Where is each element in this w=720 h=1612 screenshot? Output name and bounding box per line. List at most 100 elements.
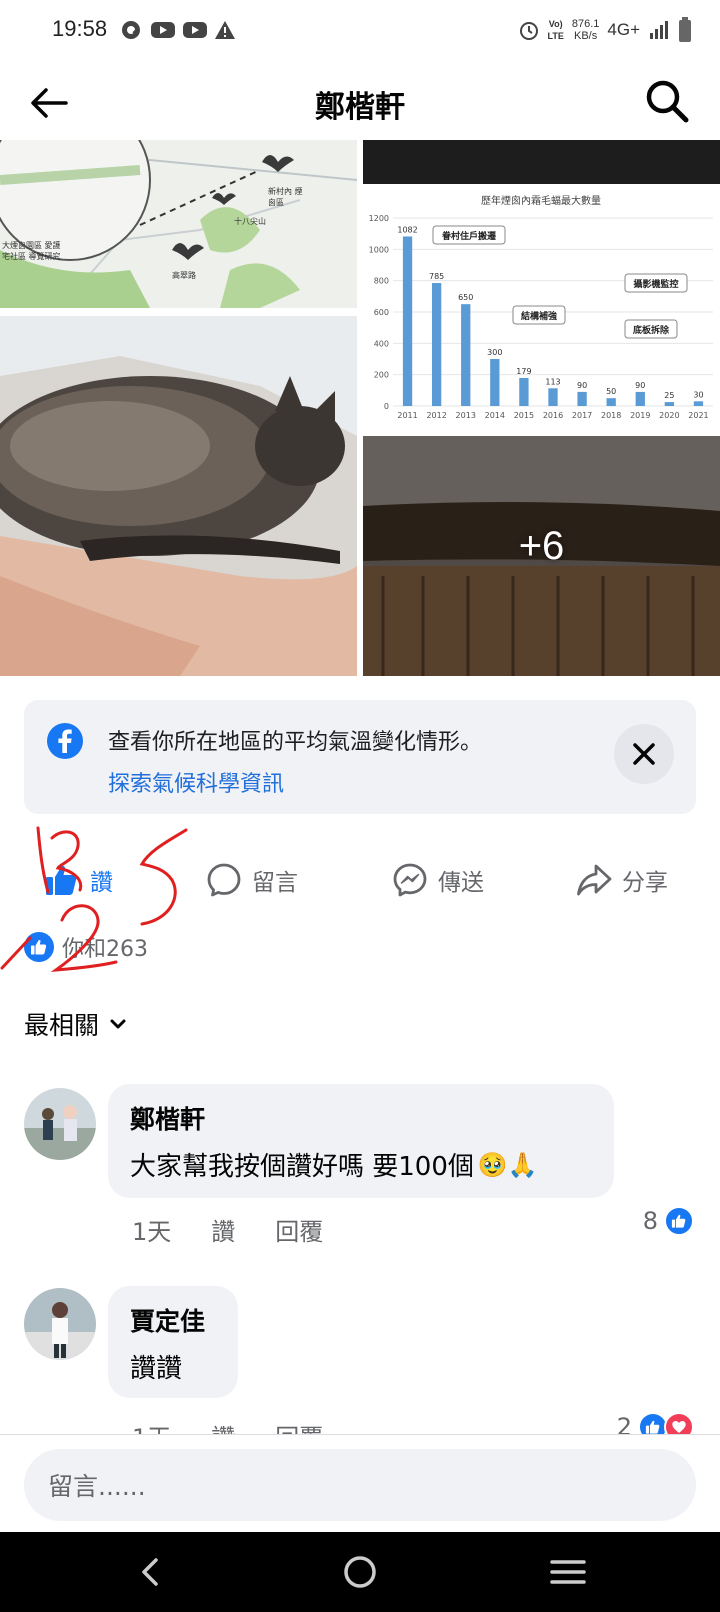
bar-value-label: 785 [429,272,444,281]
bar-value-label: 113 [545,377,560,386]
avatar[interactable] [24,1288,96,1360]
y-tick-label: 400 [374,339,389,348]
chart-bar [606,398,616,406]
x-tick-label: 2015 [514,411,534,420]
comment-input[interactable]: 留言...... [24,1449,696,1521]
comment-label: 留言 [252,870,298,896]
x-tick-label: 2014 [485,411,505,420]
chart-bar [402,236,413,406]
search-icon[interactable] [642,76,692,126]
nav-menu-icon[interactable] [546,1550,590,1594]
comment-author[interactable]: 賈定佳 [130,1302,216,1338]
bar-value-label: 30 [693,390,703,399]
comment-bubble[interactable]: 鄭楷軒 大家幫我按個讚好嗎 要100個 🥹🙏 [108,1084,614,1198]
map-photo[interactable]: 新村內 煙囪區 十八尖山 高翠路 大煙囪園區 愛護宅社區 導覽研究 [0,140,357,308]
climate-info-link[interactable]: 探索氣候科學資訊 [108,766,284,798]
annotation-label: 底板拆除 [633,324,670,336]
net-speed: 876.1 KB/s [571,18,600,42]
bar-value-label: 179 [516,367,531,376]
x-tick-label: 2011 [397,411,417,420]
x-tick-label: 2013 [456,411,476,420]
like-label: 讚 [90,870,113,896]
close-button[interactable] [614,724,674,784]
comment-text: 讚讚 [130,1354,183,1384]
close-icon [633,743,655,765]
bar-value-label: 90 [577,381,587,390]
reaction-summary[interactable]: 你和263 [24,930,148,964]
comment-bubble[interactable]: 賈定佳 讚讚 [108,1286,238,1398]
nav-home-icon[interactable] [338,1550,382,1594]
y-tick-label: 600 [374,308,389,317]
map-label: 新村內 煙囪區 [268,187,303,207]
chart-bar [635,391,645,406]
y-tick-label: 1000 [369,245,389,254]
y-tick-label: 0 [384,402,389,411]
send-label: 傳送 [438,870,484,896]
avatar[interactable] [24,1088,96,1160]
send-button[interactable]: 傳送 [392,858,484,902]
bar-value-label: 650 [458,293,473,302]
bar-value-label: 1082 [397,225,417,234]
sort-label: 最相關 [24,1011,100,1040]
comment-reply-button[interactable]: 回覆 [275,1212,323,1247]
status-time: 19:58 [52,16,108,41]
cave-photo[interactable]: +6 [363,436,720,676]
comment-meta: 1天 讚 回覆 [132,1212,323,1247]
more-photos-count: +6 [518,524,565,568]
bat-photo[interactable] [0,316,357,676]
like-reaction-icon [24,932,54,962]
climate-info-text: 查看你所在地區的平均氣溫變化情形。 [108,730,483,755]
comment-like-button[interactable]: 讚 [211,1212,235,1247]
signal-icon [650,21,668,39]
chart-bar [693,401,704,406]
status-bar: 19:58 Vo) LTE 876.1 KB/s 4G+ [0,0,720,60]
comment-text: 大家幫我按個讚好嗎 要100個 🥹🙏 [130,1150,538,1183]
facebook-icon [47,723,83,759]
chart-title: 歷年煙囪內霜毛蝠最大數量 [481,194,601,207]
bar-value-label: 25 [664,391,674,400]
chart-bar [548,388,558,406]
warning-icon [215,21,235,39]
youtube-icon [151,22,175,38]
nav-back-icon[interactable] [130,1550,174,1594]
header: 鄭楷軒 [0,62,720,140]
comment-reaction-count[interactable]: 8 [643,1206,694,1236]
like-reaction-icon [664,1206,694,1236]
y-tick-label: 200 [374,371,389,380]
comment-sort-dropdown[interactable]: 最相關 [24,1006,127,1042]
comment-time: 1天 [132,1218,172,1246]
chart-photo[interactable]: 歷年煙囪內霜毛蝠最大數量 0 200 400 600 800 1000 1200 1082 20… [363,140,720,432]
map-label: 十八尖山 [234,217,266,226]
share-icon [577,864,612,896]
chart-bar [461,304,471,406]
chart-bar [519,377,529,406]
bar-value-label: 50 [606,387,616,396]
volte-icon: Vo) LTE [547,19,564,41]
share-button[interactable]: 分享 [576,858,668,902]
climate-info-card: 查看你所在地區的平均氣溫變化情形。 探索氣候科學資訊 [24,700,696,814]
x-tick-label: 2021 [688,411,708,420]
system-nav-bar [0,1532,720,1612]
map-label: 大煙囪園區 愛護宅社區 導覽研究 [2,241,61,261]
post-actions: 讚 留言 傳送 分享 [0,850,720,910]
chart-bar [431,283,442,406]
x-tick-label: 2012 [426,411,446,420]
like-button[interactable]: 讚 [44,858,113,902]
bar-value-label: 90 [635,381,645,390]
annotation-label: 眷村住戶搬遷 [441,230,496,242]
photo-grid: 新村內 煙囪區 十八尖山 高翠路 大煙囪園區 愛護宅社區 導覽研究 歷年煙囪內霜… [0,140,720,676]
x-tick-label: 2016 [543,411,563,420]
map-label: 高翠路 [172,271,196,280]
thumbs-up-icon [46,865,77,895]
y-tick-label: 800 [374,277,389,286]
comment-button[interactable]: 留言 [206,858,298,902]
comment-author[interactable]: 鄭楷軒 [130,1100,592,1136]
battery-icon [679,17,691,42]
x-tick-label: 2018 [601,411,621,420]
annotation-label: 攝影機監控 [633,278,678,290]
page-title: 鄭楷軒 [315,90,405,125]
comment-icon [207,863,241,897]
x-tick-label: 2019 [630,411,650,420]
chart-bar [664,402,675,406]
emoji-pleading-praying: 🥹🙏 [477,1150,538,1179]
